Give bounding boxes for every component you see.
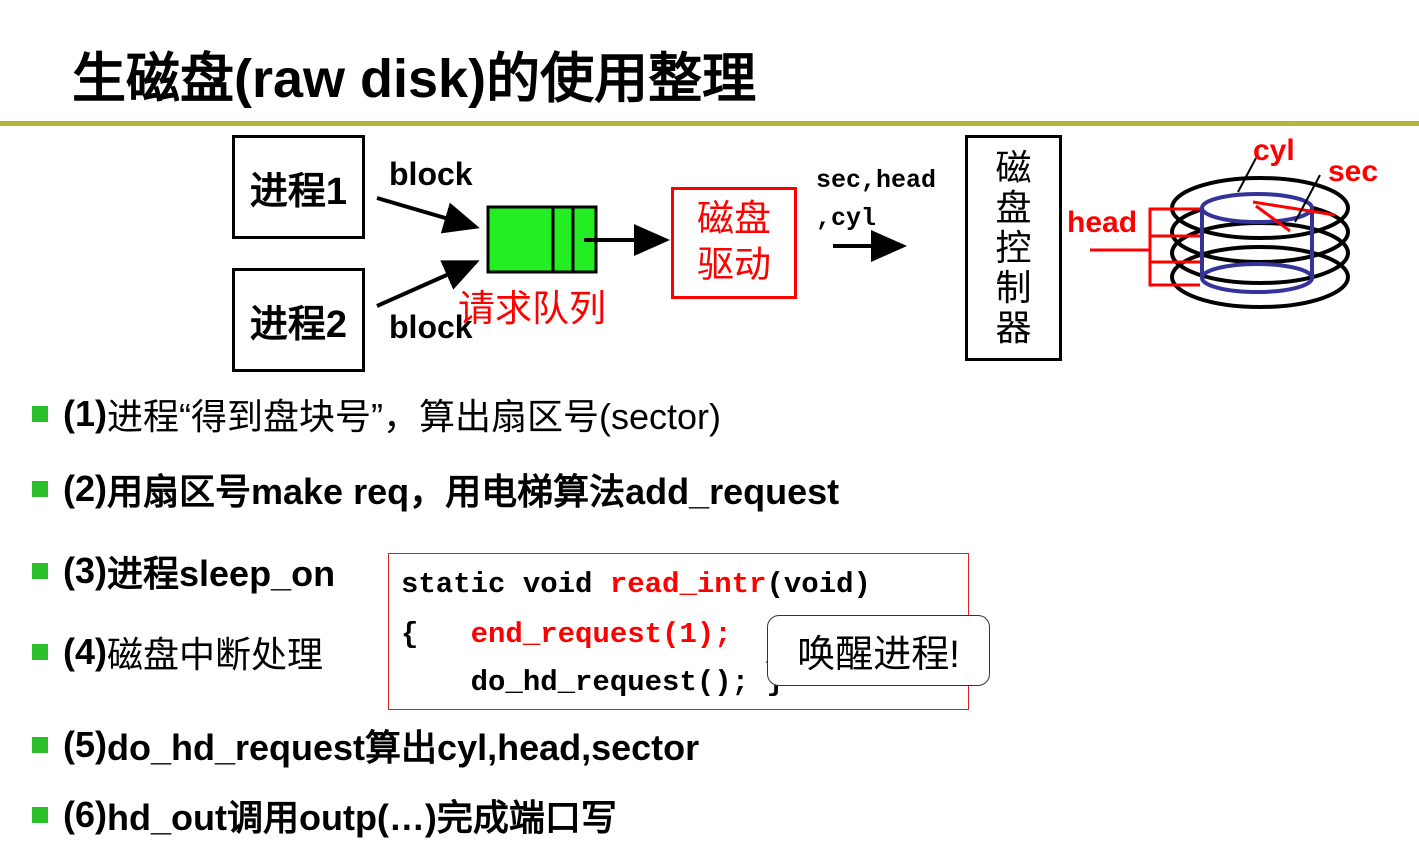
callout-bubble: 唤醒进程! — [767, 615, 990, 686]
controller-char: 磁 — [995, 147, 1032, 188]
controller-char: 盘 — [995, 187, 1032, 228]
bullet-num: (3) — [63, 550, 107, 591]
request-queue — [486, 205, 598, 274]
bullet-item: (2) 用扇区号make req，用电梯算法add_request — [32, 463, 839, 515]
block-label-top: block — [389, 156, 473, 192]
code-line-1: static void read_intr(void) — [401, 568, 871, 601]
bullet-num: (2) — [63, 468, 107, 509]
bullet-text: 进程sleep_on — [107, 553, 336, 594]
driver-line1: 磁盘 — [697, 198, 771, 239]
bullet-item: (1) 进程“得到盘块号”，算出扇区号(sector) — [32, 388, 721, 440]
controller-char: 制 — [995, 267, 1032, 308]
bullet-item: (4) 磁盘中断处理 — [32, 626, 323, 678]
bullet-square-icon — [32, 563, 48, 579]
process-1-box: 进程1 — [232, 135, 365, 239]
code-token-function: end_request(1); — [470, 618, 732, 651]
sec-label: sec — [1328, 155, 1379, 188]
arrow-process1-queue — [376, 196, 480, 234]
bullet-num: (5) — [63, 724, 107, 765]
bullet-item: (5) do_hd_request算出cyl,head,sector — [32, 719, 699, 771]
code-line-3: do_hd_request(); } — [401, 666, 784, 699]
bullet-num: (4) — [63, 631, 107, 672]
bullet-text: 进程“得到盘块号”，算出扇区号(sector) — [107, 396, 721, 437]
bullet-square-icon — [32, 481, 48, 497]
cyl-label: cyl — [1253, 134, 1295, 167]
bullet-item: (6) hd_out调用outp(…)完成端口写 — [32, 789, 617, 841]
disk-driver-box: 磁盘 驱动 — [671, 187, 797, 299]
bullet-num: (6) — [63, 794, 107, 835]
process-2-box: 进程2 — [232, 268, 365, 372]
driver-line2: 驱动 — [697, 244, 771, 285]
code-token-function: read_intr — [609, 568, 767, 601]
bullet-square-icon — [32, 406, 48, 422]
params-line1: sec,head — [816, 166, 937, 195]
controller-char: 器 — [995, 307, 1032, 348]
bullet-square-icon — [32, 807, 48, 823]
bullet-square-icon — [32, 737, 48, 753]
queue-label: 请求队列 — [458, 288, 606, 329]
code-token: (void) — [766, 568, 871, 601]
disk-controller-box: 磁 盘 控 制 器 — [965, 135, 1062, 361]
bullet-num: (1) — [63, 393, 107, 434]
bullet-item: (3) 进程sleep_on — [32, 545, 335, 597]
controller-char: 控 — [995, 227, 1032, 268]
bullet-text: hd_out调用outp(…)完成端口写 — [107, 797, 617, 838]
bullet-text: 磁盘中断处理 — [107, 634, 324, 675]
code-token: static void — [401, 568, 610, 601]
bullet-text: do_hd_request算出cyl,head,sector — [107, 727, 700, 768]
bullet-text: 用扇区号make req，用电梯算法add_request — [107, 471, 840, 512]
params-line2: ,cyl — [816, 204, 877, 233]
bullet-square-icon — [32, 644, 48, 660]
code-token: { — [401, 618, 471, 651]
head-label: head — [1067, 206, 1138, 239]
code-line-2: { end_request(1); — [401, 618, 732, 651]
